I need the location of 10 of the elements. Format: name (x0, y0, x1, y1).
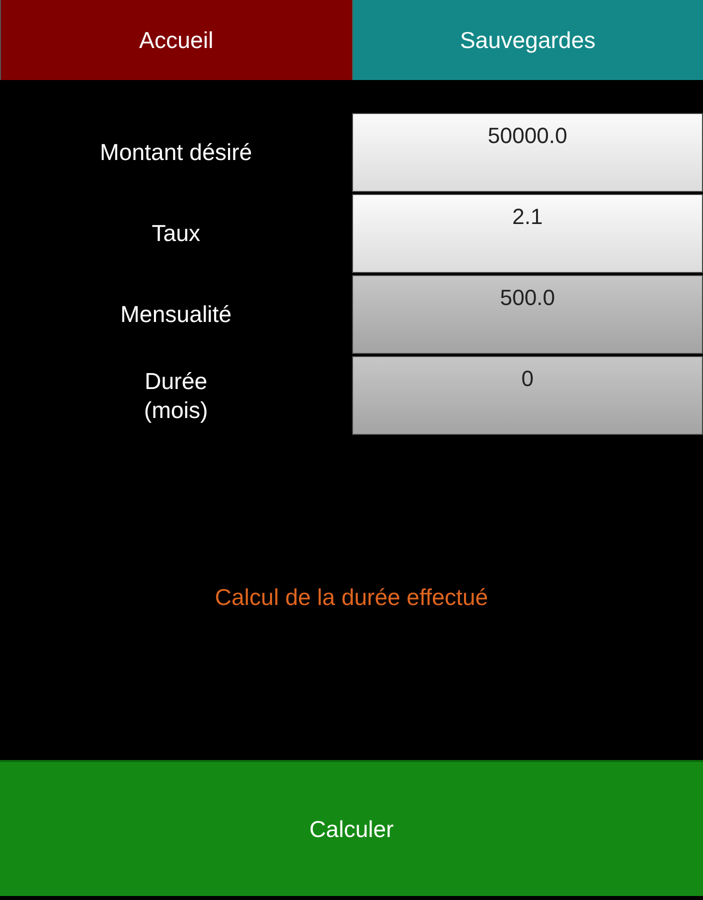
field-label: Durée (mois) (144, 366, 208, 424)
calculate-button[interactable]: Calculer (0, 760, 703, 896)
input-field[interactable]: 2.1 (352, 194, 703, 273)
input-field[interactable]: 50000.0 (352, 113, 703, 192)
nav-button[interactable]: Sauvegardes (352, 0, 703, 80)
field-label: Montant désiré (100, 138, 252, 167)
field-label: Taux (152, 219, 200, 248)
status-message: Calcul de la durée effectué (214, 584, 488, 611)
field-label: Mensualité (120, 300, 232, 329)
nav-button[interactable]: Accueil (0, 0, 352, 80)
